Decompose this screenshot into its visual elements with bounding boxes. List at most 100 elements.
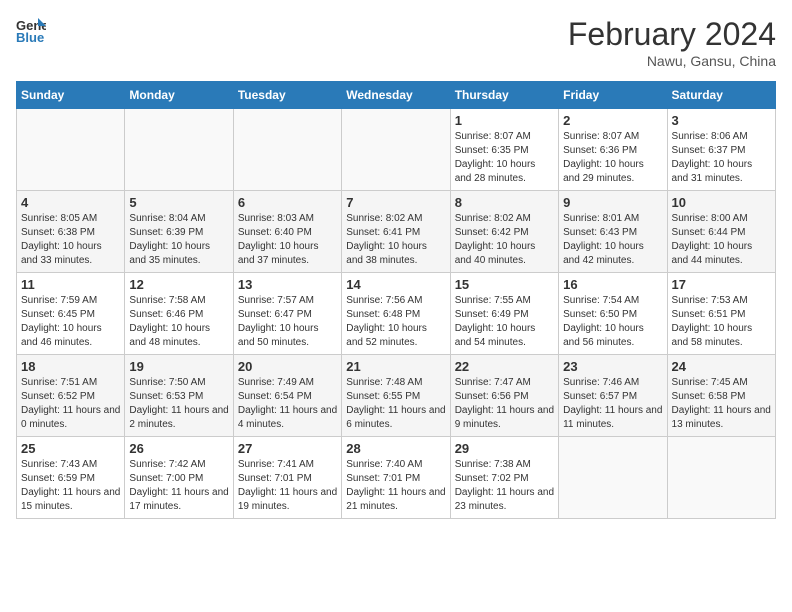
calendar-table: SundayMondayTuesdayWednesdayThursdayFrid…: [16, 81, 776, 519]
calendar-cell: 10 Sunrise: 8:00 AMSunset: 6:44 PMDayligh…: [667, 191, 775, 273]
day-number: 6: [238, 195, 337, 210]
calendar-cell: 15 Sunrise: 7:55 AMSunset: 6:49 PMDayligh…: [450, 273, 558, 355]
day-number: 20: [238, 359, 337, 374]
day-number: 15: [455, 277, 554, 292]
calendar-cell: [559, 437, 667, 519]
calendar-cell: 26 Sunrise: 7:42 AMSunset: 7:00 PMDayligh…: [125, 437, 233, 519]
calendar-cell: 23Sunrise: 7:46 AMSunset: 6:57 PMDayligh…: [559, 355, 667, 437]
day-number: 2: [563, 113, 662, 128]
day-info: Sunrise: 7:58 AMSunset: 6:46 PMDaylight:…: [129, 294, 228, 350]
calendar-cell: 19 Sunrise: 7:50 AMSunset: 6:53 PMDayligh…: [125, 355, 233, 437]
calendar-cell: [125, 109, 233, 191]
day-header-wednesday: Wednesday: [342, 82, 450, 109]
calendar-cell: 14 Sunrise: 7:56 AMSunset: 6:48 PMDayligh…: [342, 273, 450, 355]
day-number: 7: [346, 195, 445, 210]
day-number: 26: [129, 441, 228, 456]
day-info: Sunrise: 7:40 AMSunset: 7:01 PMDaylight:…: [346, 458, 445, 514]
day-info: Sunrise: 7:59 AMSunset: 6:45 PMDaylight:…: [21, 294, 120, 350]
day-number: 18: [21, 359, 120, 374]
day-info: Sunrise: 8:00 AMSunset: 6:44 PMDaylight:…: [672, 212, 771, 268]
day-info: Sunrise: 7:50 AMSunset: 6:53 PMDaylight:…: [129, 376, 228, 432]
day-number: 3: [672, 113, 771, 128]
calendar-cell: [667, 437, 775, 519]
day-info: Sunrise: 8:07 AMSunset: 6:36 PMDaylight:…: [563, 130, 662, 186]
calendar-cell: 28 Sunrise: 7:40 AMSunset: 7:01 PMDayligh…: [342, 437, 450, 519]
calendar-cell: 18 Sunrise: 7:51 AMSunset: 6:52 PMDayligh…: [17, 355, 125, 437]
title-block: February 2024 Nawu, Gansu, China: [568, 16, 776, 69]
day-number: 10: [672, 195, 771, 210]
calendar-cell: 13 Sunrise: 7:57 AMSunset: 6:47 PMDayligh…: [233, 273, 341, 355]
day-number: 13: [238, 277, 337, 292]
day-number: 5: [129, 195, 228, 210]
calendar-cell: [17, 109, 125, 191]
day-info: Sunrise: 8:02 AMSunset: 6:42 PMDaylight:…: [455, 212, 554, 268]
calendar-cell: 9Sunrise: 8:01 AMSunset: 6:43 PMDaylight…: [559, 191, 667, 273]
day-info: Sunrise: 7:54 AMSunset: 6:50 PMDaylight:…: [563, 294, 662, 350]
calendar-cell: 22 Sunrise: 7:47 AMSunset: 6:56 PMDayligh…: [450, 355, 558, 437]
day-number: 19: [129, 359, 228, 374]
day-info: Sunrise: 7:51 AMSunset: 6:52 PMDaylight:…: [21, 376, 120, 432]
day-info: Sunrise: 7:38 AMSunset: 7:02 PMDaylight:…: [455, 458, 554, 514]
day-number: 27: [238, 441, 337, 456]
calendar-cell: 20 Sunrise: 7:49 AMSunset: 6:54 PMDayligh…: [233, 355, 341, 437]
calendar-cell: 21 Sunrise: 7:48 AMSunset: 6:55 PMDayligh…: [342, 355, 450, 437]
calendar-cell: 2 Sunrise: 8:07 AMSunset: 6:36 PMDaylight…: [559, 109, 667, 191]
day-number: 9: [563, 195, 662, 210]
day-number: 8: [455, 195, 554, 210]
day-number: 16: [563, 277, 662, 292]
day-header-friday: Friday: [559, 82, 667, 109]
calendar-cell: 1 Sunrise: 8:07 AMSunset: 6:35 PMDaylight…: [450, 109, 558, 191]
day-number: 29: [455, 441, 554, 456]
calendar-cell: 16 Sunrise: 7:54 AMSunset: 6:50 PMDayligh…: [559, 273, 667, 355]
day-info: Sunrise: 7:49 AMSunset: 6:54 PMDaylight:…: [238, 376, 337, 432]
calendar-cell: 3 Sunrise: 8:06 AMSunset: 6:37 PMDaylight…: [667, 109, 775, 191]
day-number: 4: [21, 195, 120, 210]
day-header-sunday: Sunday: [17, 82, 125, 109]
calendar-cell: 4 Sunrise: 8:05 AMSunset: 6:38 PMDaylight…: [17, 191, 125, 273]
day-info: Sunrise: 7:41 AMSunset: 7:01 PMDaylight:…: [238, 458, 337, 514]
calendar-cell: 27 Sunrise: 7:41 AMSunset: 7:01 PMDayligh…: [233, 437, 341, 519]
day-info: Sunrise: 8:04 AMSunset: 6:39 PMDaylight:…: [129, 212, 228, 268]
calendar-cell: 24 Sunrise: 7:45 AMSunset: 6:58 PMDayligh…: [667, 355, 775, 437]
day-number: 24: [672, 359, 771, 374]
logo-icon: General Blue: [16, 16, 46, 44]
day-info: Sunrise: 8:05 AMSunset: 6:38 PMDaylight:…: [21, 212, 120, 268]
day-number: 28: [346, 441, 445, 456]
day-number: 12: [129, 277, 228, 292]
day-number: 22: [455, 359, 554, 374]
calendar-cell: 17 Sunrise: 7:53 AMSunset: 6:51 PMDayligh…: [667, 273, 775, 355]
day-info: Sunrise: 7:53 AMSunset: 6:51 PMDaylight:…: [672, 294, 771, 350]
calendar-cell: 5 Sunrise: 8:04 AMSunset: 6:39 PMDaylight…: [125, 191, 233, 273]
calendar-cell: [342, 109, 450, 191]
day-info: Sunrise: 8:02 AMSunset: 6:41 PMDaylight:…: [346, 212, 445, 268]
day-info: Sunrise: 7:43 AMSunset: 6:59 PMDaylight:…: [21, 458, 120, 514]
day-info: Sunrise: 7:45 AMSunset: 6:58 PMDaylight:…: [672, 376, 771, 432]
day-header-tuesday: Tuesday: [233, 82, 341, 109]
day-header-thursday: Thursday: [450, 82, 558, 109]
day-info: Sunrise: 7:42 AMSunset: 7:00 PMDaylight:…: [129, 458, 228, 514]
calendar-cell: 12 Sunrise: 7:58 AMSunset: 6:46 PMDayligh…: [125, 273, 233, 355]
calendar-cell: 29 Sunrise: 7:38 AMSunset: 7:02 PMDayligh…: [450, 437, 558, 519]
day-info: Sunrise: 8:03 AMSunset: 6:40 PMDaylight:…: [238, 212, 337, 268]
month-year: February 2024: [568, 16, 776, 53]
day-info: Sunrise: 7:57 AMSunset: 6:47 PMDaylight:…: [238, 294, 337, 350]
day-number: 21: [346, 359, 445, 374]
day-number: 17: [672, 277, 771, 292]
calendar-cell: 25Sunrise: 7:43 AMSunset: 6:59 PMDayligh…: [17, 437, 125, 519]
day-info: Sunrise: 7:46 AMSunset: 6:57 PMDaylight:…: [563, 376, 662, 432]
day-info: Sunrise: 7:48 AMSunset: 6:55 PMDaylight:…: [346, 376, 445, 432]
calendar-cell: 11Sunrise: 7:59 AMSunset: 6:45 PMDayligh…: [17, 273, 125, 355]
day-header-monday: Monday: [125, 82, 233, 109]
day-number: 14: [346, 277, 445, 292]
day-number: 1: [455, 113, 554, 128]
calendar-cell: [233, 109, 341, 191]
day-info: Sunrise: 7:47 AMSunset: 6:56 PMDaylight:…: [455, 376, 554, 432]
day-header-saturday: Saturday: [667, 82, 775, 109]
day-info: Sunrise: 7:55 AMSunset: 6:49 PMDaylight:…: [455, 294, 554, 350]
calendar-cell: 7 Sunrise: 8:02 AMSunset: 6:41 PMDaylight…: [342, 191, 450, 273]
day-info: Sunrise: 7:56 AMSunset: 6:48 PMDaylight:…: [346, 294, 445, 350]
day-info: Sunrise: 8:07 AMSunset: 6:35 PMDaylight:…: [455, 130, 554, 186]
page-header: General Blue February 2024 Nawu, Gansu, …: [16, 16, 776, 69]
day-info: Sunrise: 8:06 AMSunset: 6:37 PMDaylight:…: [672, 130, 771, 186]
location: Nawu, Gansu, China: [568, 53, 776, 69]
